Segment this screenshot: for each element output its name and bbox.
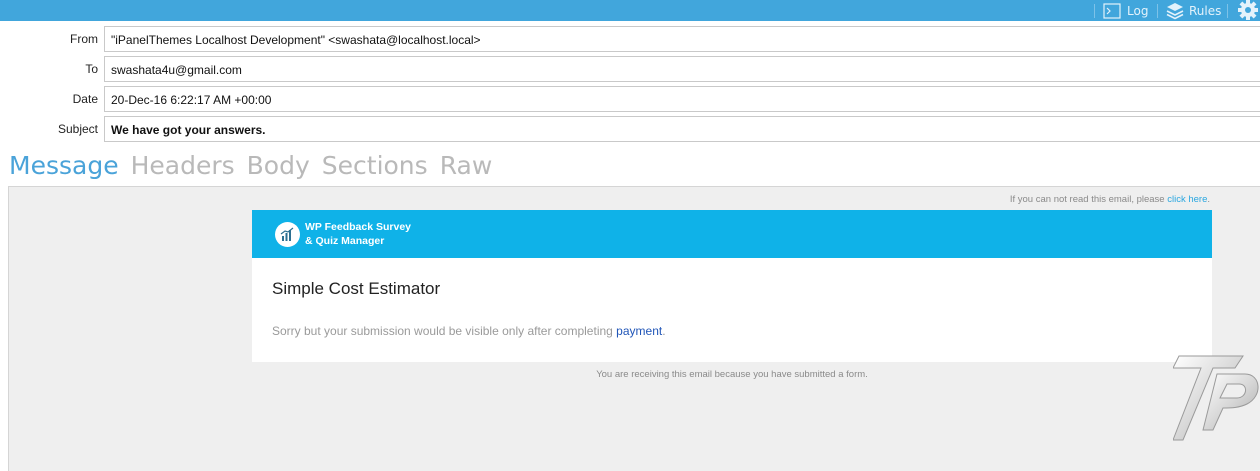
email-content: Simple Cost Estimator Sorry but your sub… <box>252 258 1212 362</box>
subject-row: Subject We have got your answers. <box>0 116 1260 143</box>
watermark-logo-icon <box>1173 355 1259 441</box>
settings-button[interactable] <box>1236 0 1260 21</box>
log-label: Log <box>1127 3 1149 18</box>
brand-name: WP Feedback Survey & Quiz Manager <box>305 220 411 248</box>
brand-line-2: & Quiz Manager <box>305 235 385 247</box>
layers-icon <box>1166 2 1184 19</box>
tab-message[interactable]: Message <box>9 149 119 183</box>
from-field[interactable]: "iPanelThemes Localhost Development" <sw… <box>104 26 1260 52</box>
view-tabs: Message Headers Body Sections Raw <box>9 149 492 183</box>
message-viewer: If you can not read this email, please c… <box>8 186 1260 471</box>
chart-logo-icon <box>275 222 300 247</box>
to-label: To <box>85 62 98 76</box>
from-label: From <box>70 32 98 46</box>
email-title: Simple Cost Estimator <box>272 279 441 298</box>
log-button[interactable]: Log <box>1103 0 1148 21</box>
toolbar-divider <box>1157 4 1158 18</box>
terminal-icon <box>1103 2 1121 19</box>
click-here-link[interactable]: click here <box>1167 194 1207 205</box>
toolbar-divider <box>1094 4 1095 18</box>
brand-line-1: WP Feedback Survey <box>305 221 412 233</box>
email-footer: You are receiving this email because you… <box>596 369 868 380</box>
from-row: From "iPanelThemes Localhost Development… <box>0 26 1260 53</box>
rules-button[interactable]: Rules <box>1166 0 1221 21</box>
subject-field[interactable]: We have got your answers. <box>104 116 1260 142</box>
payment-link[interactable]: payment <box>616 324 662 338</box>
tab-sections[interactable]: Sections <box>322 149 428 183</box>
tab-body[interactable]: Body <box>247 149 310 183</box>
tab-raw[interactable]: Raw <box>440 149 493 183</box>
read-email-notice: If you can not read this email, please c… <box>1010 194 1210 205</box>
rules-label: Rules <box>1189 3 1222 18</box>
notice-text: If you can not read this email, please <box>1009 194 1168 205</box>
gear-icon <box>1238 0 1258 20</box>
message-text: Sorry but your submission would be visib… <box>272 324 617 338</box>
top-toolbar: Log Rules <box>0 0 1260 21</box>
message-end: . <box>662 324 666 338</box>
email-message: Sorry but your submission would be visib… <box>272 324 666 338</box>
to-field[interactable]: swashata4u@gmail.com <box>104 56 1260 82</box>
notice-end: . <box>1207 194 1210 205</box>
date-field[interactable]: 20-Dec-16 6:22:17 AM +00:00 <box>104 86 1260 112</box>
email-header-banner: WP Feedback Survey & Quiz Manager <box>252 210 1212 258</box>
date-row: Date 20-Dec-16 6:22:17 AM +00:00 <box>0 86 1260 113</box>
date-label: Date <box>72 92 98 106</box>
to-row: To swashata4u@gmail.com <box>0 56 1260 83</box>
tab-headers[interactable]: Headers <box>131 149 235 183</box>
subject-label: Subject <box>57 122 98 136</box>
toolbar-divider <box>1227 4 1228 18</box>
